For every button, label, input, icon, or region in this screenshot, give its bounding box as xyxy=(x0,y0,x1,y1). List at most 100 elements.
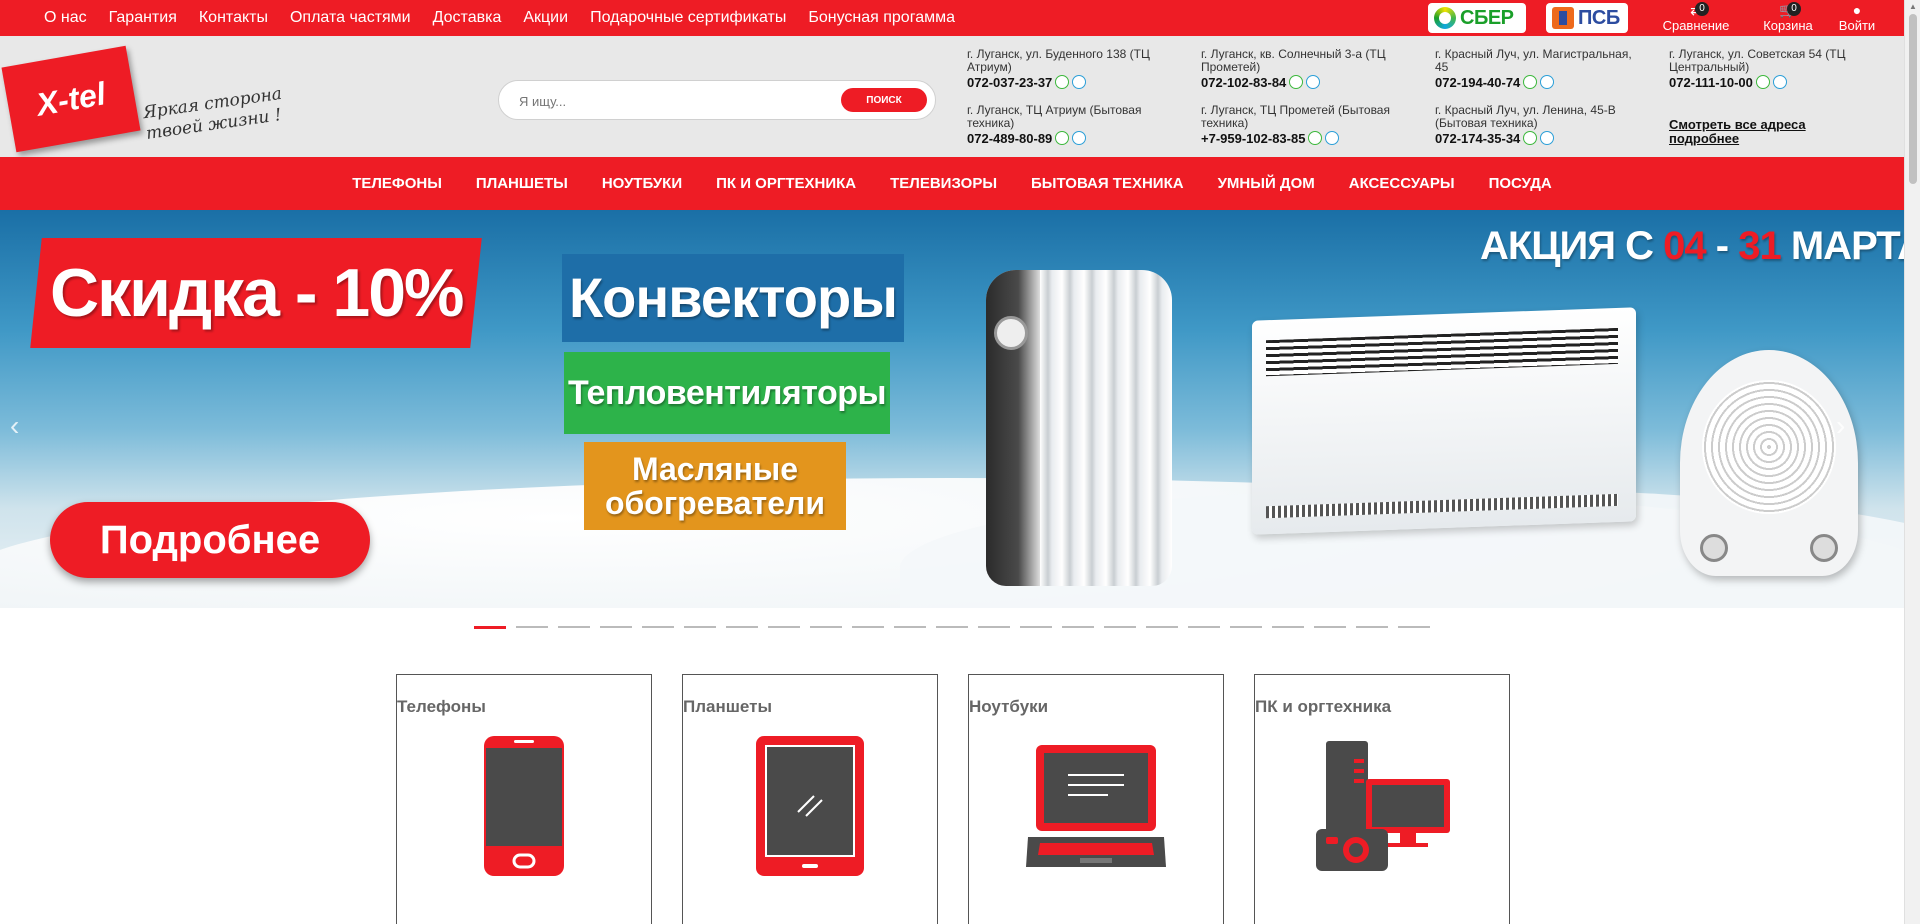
store-2: г. Луганск, кв. Солнечный 3-а (ТЦ Промет… xyxy=(1201,48,1411,89)
site-logo[interactable]: X-tel xyxy=(1,45,141,153)
carousel-dot[interactable] xyxy=(978,626,1010,628)
compare-button[interactable]: ⇄0 Сравнение xyxy=(1660,2,1732,33)
telegram-icon[interactable] xyxy=(1325,131,1340,145)
carousel-dot[interactable] xyxy=(936,626,968,628)
action-from: 04 xyxy=(1663,224,1706,268)
carousel-dot[interactable] xyxy=(1398,626,1430,628)
cart-count: 0 xyxy=(1787,2,1801,16)
store-phone[interactable]: 072-111-10-00 xyxy=(1669,75,1879,89)
page-scrollbar[interactable]: ▲ xyxy=(1904,0,1920,924)
carousel-dot[interactable] xyxy=(894,626,926,628)
all-addresses-link[interactable]: Смотреть все адреса подробнее xyxy=(1669,118,1859,146)
scroll-up-icon[interactable]: ▲ xyxy=(1909,2,1917,11)
tablet-icon xyxy=(683,731,937,881)
catalog-laptops[interactable]: НОУТБУКИ xyxy=(602,175,682,192)
catalog-smart-home[interactable]: УМНЫЙ ДОМ xyxy=(1218,175,1315,192)
carousel-dot[interactable] xyxy=(516,626,548,628)
telegram-icon[interactable] xyxy=(1072,131,1087,145)
carousel-dot[interactable] xyxy=(600,626,632,628)
whatsapp-icon[interactable] xyxy=(1523,131,1538,145)
category-card-phones[interactable]: Телефоны xyxy=(396,674,652,924)
promo-banner[interactable]: Скидка - 10% Конвекторы Тепловентиляторы… xyxy=(0,210,1904,608)
store-phone[interactable]: 072-489-80-89 xyxy=(967,131,1177,145)
carousel-dot[interactable] xyxy=(642,626,674,628)
phone-number[interactable]: +7-959-102-83-85 xyxy=(1201,132,1305,145)
compare-icon: ⇄0 xyxy=(1681,2,1711,18)
telegram-icon[interactable] xyxy=(1772,75,1787,89)
catalog-phones[interactable]: ТЕЛЕФОНЫ xyxy=(352,175,442,192)
carousel-dot[interactable] xyxy=(768,626,800,628)
catalog-accessories[interactable]: АКСЕССУАРЫ xyxy=(1349,175,1455,192)
catalog-appliances[interactable]: БЫТОВАЯ ТЕХНИКА xyxy=(1031,175,1184,192)
store-phone[interactable]: 072-194-40-74 xyxy=(1435,75,1645,89)
whatsapp-icon[interactable] xyxy=(1055,75,1070,89)
top-nav-bonus[interactable]: Бонусная прогамма xyxy=(808,9,955,27)
whatsapp-icon[interactable] xyxy=(1308,131,1323,145)
chevron-right-icon[interactable]: › xyxy=(1836,410,1845,442)
telegram-icon[interactable] xyxy=(1540,131,1555,145)
carousel-dot[interactable] xyxy=(1356,626,1388,628)
whatsapp-icon[interactable] xyxy=(1755,75,1770,89)
phone-number[interactable]: 072-174-35-34 xyxy=(1435,132,1520,145)
banner-more-button[interactable]: Подробнее xyxy=(50,502,370,578)
phone-number[interactable]: 072-102-83-84 xyxy=(1201,76,1286,89)
carousel-dot[interactable] xyxy=(1146,626,1178,628)
carousel-dot[interactable] xyxy=(474,626,506,629)
telegram-icon[interactable] xyxy=(1306,75,1321,89)
top-nav-gift-cards[interactable]: Подарочные сертификаты xyxy=(590,9,786,27)
search-button[interactable]: ПОИСК xyxy=(841,88,927,112)
carousel-dot[interactable] xyxy=(852,626,884,628)
carousel-dot[interactable] xyxy=(1020,626,1052,628)
catalog-tv[interactable]: ТЕЛЕВИЗОРЫ xyxy=(890,175,997,192)
carousel-dot[interactable] xyxy=(1230,626,1262,628)
carousel-dot[interactable] xyxy=(810,626,842,628)
carousel-dot[interactable] xyxy=(1062,626,1094,628)
sber-badge[interactable]: СБЕР xyxy=(1428,3,1526,33)
whatsapp-icon[interactable] xyxy=(1289,75,1304,89)
chevron-left-icon[interactable]: ‹ xyxy=(10,410,19,442)
scrollbar-thumb[interactable] xyxy=(1909,14,1917,184)
whatsapp-icon[interactable] xyxy=(1055,131,1070,145)
store-3: г. Красный Луч, ул. Магистральная, 45 07… xyxy=(1435,48,1645,89)
phone-number[interactable]: 072-037-23-37 xyxy=(967,76,1052,89)
cart-button[interactable]: 🛒0 Корзина xyxy=(1758,2,1818,33)
store-phone[interactable]: 072-102-83-84 xyxy=(1201,75,1411,89)
category-card-tablets[interactable]: Планшеты xyxy=(682,674,938,924)
carousel-dot[interactable] xyxy=(684,626,716,628)
telegram-icon[interactable] xyxy=(1072,75,1087,89)
telegram-icon[interactable] xyxy=(1540,75,1555,89)
store-phone[interactable]: +7-959-102-83-85 xyxy=(1201,131,1411,145)
top-nav-delivery[interactable]: Доставка xyxy=(433,9,502,27)
carousel-dot[interactable] xyxy=(726,626,758,628)
category-card-pc[interactable]: ПК и оргтехника xyxy=(1254,674,1510,924)
whatsapp-icon[interactable] xyxy=(1523,75,1538,89)
carousel-dot[interactable] xyxy=(1314,626,1346,628)
convector-image xyxy=(1252,307,1636,535)
psb-badge[interactable]: ПСБ xyxy=(1546,3,1628,33)
top-nav-installments[interactable]: Оплата частями xyxy=(290,9,411,27)
carousel-dot[interactable] xyxy=(1104,626,1136,628)
catalog-dishes[interactable]: ПОСУДА xyxy=(1489,175,1552,192)
carousel-dot[interactable] xyxy=(558,626,590,628)
category-card-laptops[interactable]: Ноутбуки xyxy=(968,674,1224,924)
store-address: г. Луганск, ТЦ Прометей (Бытовая техника… xyxy=(1201,103,1390,130)
carousel-dot[interactable] xyxy=(1272,626,1304,628)
store-phone[interactable]: 072-174-35-34 xyxy=(1435,131,1645,145)
top-nav-contacts[interactable]: Контакты xyxy=(199,9,268,27)
top-nav-warranty[interactable]: Гарантия xyxy=(109,9,177,27)
category-cards: Телефоны Планшеты Ноутбуки ПК и оргтехни… xyxy=(396,674,1510,924)
store-6: г. Луганск, ТЦ Прометей (Бытовая техника… xyxy=(1201,104,1411,145)
catalog-nav: ТЕЛЕФОНЫ ПЛАНШЕТЫ НОУТБУКИ ПК И ОРГТЕХНИ… xyxy=(0,157,1904,210)
phone-number[interactable]: 072-489-80-89 xyxy=(967,132,1052,145)
catalog-pc[interactable]: ПК И ОРГТЕХНИКА xyxy=(716,175,856,192)
search-input[interactable] xyxy=(519,90,819,112)
store-phone[interactable]: 072-037-23-37 xyxy=(967,75,1177,89)
carousel-dot[interactable] xyxy=(1188,626,1220,628)
login-button[interactable]: ● Войти xyxy=(1834,2,1880,33)
top-nav-about[interactable]: О нас xyxy=(44,9,87,27)
compare-count: 0 xyxy=(1695,2,1709,16)
phone-number[interactable]: 072-194-40-74 xyxy=(1435,76,1520,89)
top-nav-promotions[interactable]: Акции xyxy=(523,9,568,27)
phone-number[interactable]: 072-111-10-00 xyxy=(1669,76,1753,89)
catalog-tablets[interactable]: ПЛАНШЕТЫ xyxy=(476,175,568,192)
